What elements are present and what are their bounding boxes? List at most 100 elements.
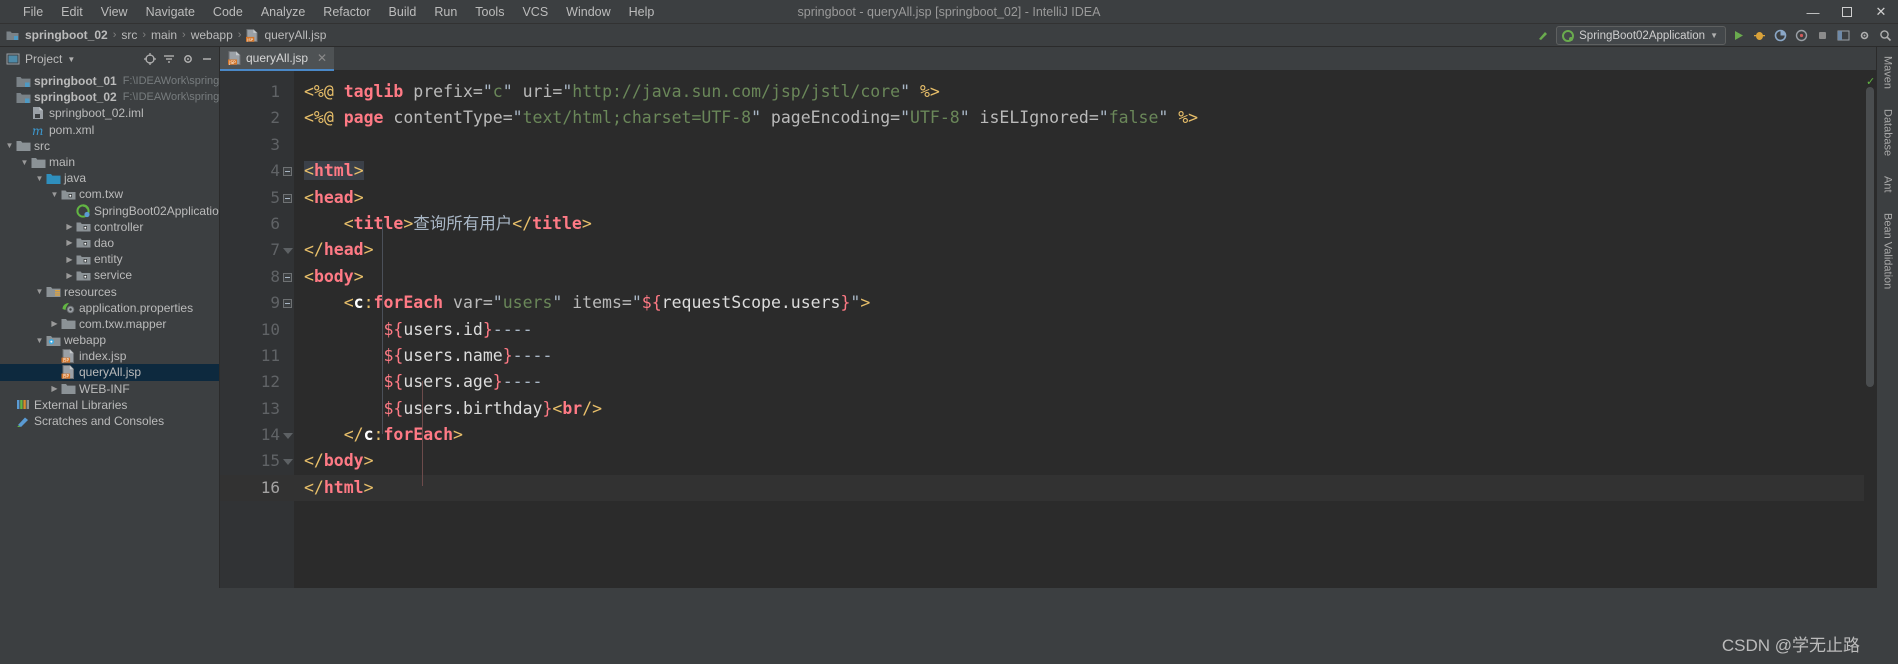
code-fold-end-icon[interactable] [282, 456, 293, 467]
line-number[interactable]: 11 [220, 343, 294, 369]
code-line[interactable]: <%@ page contentType="text/html;charset=… [294, 105, 1864, 131]
line-number[interactable]: 10 [220, 317, 294, 343]
profile-icon[interactable] [1793, 27, 1810, 44]
settings-gear-icon[interactable] [1856, 27, 1873, 44]
chevron-down-icon[interactable]: ▼ [34, 287, 45, 296]
project-tree[interactable]: springboot_01F:\IDEAWork\springbootsprin… [0, 71, 219, 588]
code-line[interactable]: </body> [294, 448, 1864, 474]
line-number[interactable]: 9 [220, 290, 294, 316]
chevron-down-icon[interactable]: ▼ [67, 55, 75, 64]
line-number[interactable]: 15 [220, 448, 294, 474]
menu-item-navigate[interactable]: Navigate [137, 2, 204, 22]
line-number[interactable]: 4 [220, 158, 294, 184]
menu-item-help[interactable]: Help [620, 2, 664, 22]
line-number[interactable]: 1 [220, 79, 294, 105]
tool-window-tab-ant[interactable]: Ant [1880, 173, 1896, 196]
menu-item-build[interactable]: Build [380, 2, 426, 22]
tree-item-web-inf[interactable]: ▶ WEB-INF [0, 381, 219, 397]
breadcrumb-item-queryall-jsp[interactable]: JSP queryAll.jsp [242, 27, 330, 43]
layout-switch-icon[interactable] [1835, 27, 1852, 44]
hide-panel-icon[interactable] [198, 51, 215, 68]
line-number[interactable]: 7 [220, 237, 294, 263]
chevron-right-icon[interactable]: ▶ [49, 384, 60, 393]
code-line[interactable]: ${users.age}---- [294, 369, 1864, 395]
tool-window-tab-bean-validation[interactable]: Bean Validation [1880, 210, 1896, 292]
code-fold-end-icon[interactable] [282, 245, 293, 256]
tree-item-springboot02application[interactable]: SpringBoot02Application [0, 203, 219, 219]
tree-item-queryall-jsp[interactable]: JSP queryAll.jsp [0, 364, 219, 381]
tree-item-entity[interactable]: ▶ entity [0, 251, 219, 267]
code-fold-collapse-icon[interactable] [282, 272, 293, 283]
maximize-button[interactable] [1830, 0, 1864, 24]
minimize-button[interactable]: — [1796, 0, 1830, 24]
code-line[interactable] [294, 132, 1864, 158]
tree-item-webapp[interactable]: ▼ webapp [0, 332, 219, 348]
run-icon[interactable] [1730, 27, 1747, 44]
line-number[interactable]: 3 [220, 132, 294, 158]
code-fold-collapse-icon[interactable] [282, 193, 293, 204]
code-line[interactable]: </c:forEach> [294, 422, 1864, 448]
chevron-right-icon[interactable]: ▶ [49, 319, 60, 328]
code-line[interactable]: <head> [294, 185, 1864, 211]
tree-item-application-properties[interactable]: application.properties [0, 300, 219, 316]
code-fold-collapse-icon[interactable] [282, 166, 293, 177]
breadcrumb-item-springboot-02[interactable]: springboot_02 [2, 27, 112, 43]
run-with-coverage-icon[interactable] [1772, 27, 1789, 44]
chevron-down-icon[interactable]: ▼ [19, 158, 30, 167]
tree-item-scratches-and-consoles[interactable]: Scratches and Consoles [0, 413, 219, 429]
line-number[interactable]: 13 [220, 396, 294, 422]
tree-item-index-jsp[interactable]: JSP index.jsp [0, 348, 219, 364]
chevron-down-icon[interactable]: ▼ [4, 141, 15, 150]
editor-tab-queryall-jsp[interactable]: JSP queryAll.jsp ✕ [220, 47, 335, 71]
breadcrumb-item-src[interactable]: src [117, 27, 141, 43]
chevron-right-icon[interactable]: ▶ [64, 271, 75, 280]
line-number[interactable]: 2 [220, 105, 294, 131]
hammer-build-icon[interactable] [1535, 27, 1552, 44]
run-configuration-selector[interactable]: SpringBoot02Application ▼ [1556, 26, 1726, 45]
chevron-right-icon[interactable]: ▶ [64, 238, 75, 247]
code-line[interactable]: ${users.birthday}<br/> [294, 396, 1864, 422]
code-fold-end-icon[interactable] [282, 430, 293, 441]
search-icon[interactable] [1877, 27, 1894, 44]
code-fold-collapse-icon[interactable] [282, 298, 293, 309]
chevron-right-icon[interactable]: ▶ [64, 222, 75, 231]
tree-item-springboot-01[interactable]: springboot_01 F:\IDEAWork\springboot [0, 73, 219, 89]
stop-icon[interactable] [1814, 27, 1831, 44]
breadcrumb-item-main[interactable]: main [147, 27, 181, 43]
editor-scrollbar-thumb[interactable] [1866, 87, 1874, 387]
code-line[interactable]: ${users.id}---- [294, 317, 1864, 343]
tool-window-tab-database[interactable]: Database [1880, 106, 1896, 159]
code-line[interactable]: <body> [294, 264, 1864, 290]
tree-item-java[interactable]: ▼ java [0, 170, 219, 186]
menu-item-refactor[interactable]: Refactor [314, 2, 379, 22]
chevron-down-icon[interactable]: ▼ [34, 336, 45, 345]
line-number[interactable]: 8 [220, 264, 294, 290]
line-number[interactable]: 16 [220, 474, 294, 502]
tree-item-main[interactable]: ▼ main [0, 154, 219, 170]
debug-icon[interactable] [1751, 27, 1768, 44]
chevron-down-icon[interactable]: ▼ [34, 174, 45, 183]
breadcrumb-item-webapp[interactable]: webapp [187, 27, 237, 43]
code-line[interactable]: <%@ taglib prefix="c" uri="http://java.s… [294, 79, 1864, 105]
code-line[interactable]: ${users.name}---- [294, 343, 1864, 369]
tool-window-tab-maven[interactable]: Maven [1880, 53, 1896, 92]
menu-item-run[interactable]: Run [425, 2, 466, 22]
menu-item-tools[interactable]: Tools [466, 2, 513, 22]
menu-item-window[interactable]: Window [557, 2, 619, 22]
menu-item-file[interactable]: File [14, 2, 52, 22]
code-editor[interactable]: 1 2 3 4 5 6 7 8 9 10 11 12 13 14 15 16 <%@ taglib prefi… [220, 71, 1876, 588]
tree-item-external-libraries[interactable]: External Libraries [0, 397, 219, 413]
tree-item-springboot-02[interactable]: springboot_02 F:\IDEAWork\springboot [0, 89, 219, 105]
tree-item-com-txw[interactable]: ▼ com.txw [0, 186, 219, 202]
error-marker-column[interactable]: ✓ [1864, 71, 1876, 588]
tree-item-src[interactable]: ▼ src [0, 138, 219, 154]
line-number[interactable]: 6 [220, 211, 294, 237]
chevron-down-icon[interactable]: ▼ [49, 190, 60, 199]
tree-item-pom-xml[interactable]: m pom.xml [0, 122, 219, 138]
chevron-right-icon[interactable]: ▶ [64, 255, 75, 264]
code-line[interactable]: <c:forEach var="users" items="${requestS… [294, 290, 1864, 316]
line-number[interactable]: 5 [220, 185, 294, 211]
tree-item-service[interactable]: ▶ service [0, 267, 219, 283]
close-tab-icon[interactable]: ✕ [317, 51, 327, 65]
code-content[interactable]: <%@ taglib prefix="c" uri="http://java.s… [294, 71, 1864, 588]
